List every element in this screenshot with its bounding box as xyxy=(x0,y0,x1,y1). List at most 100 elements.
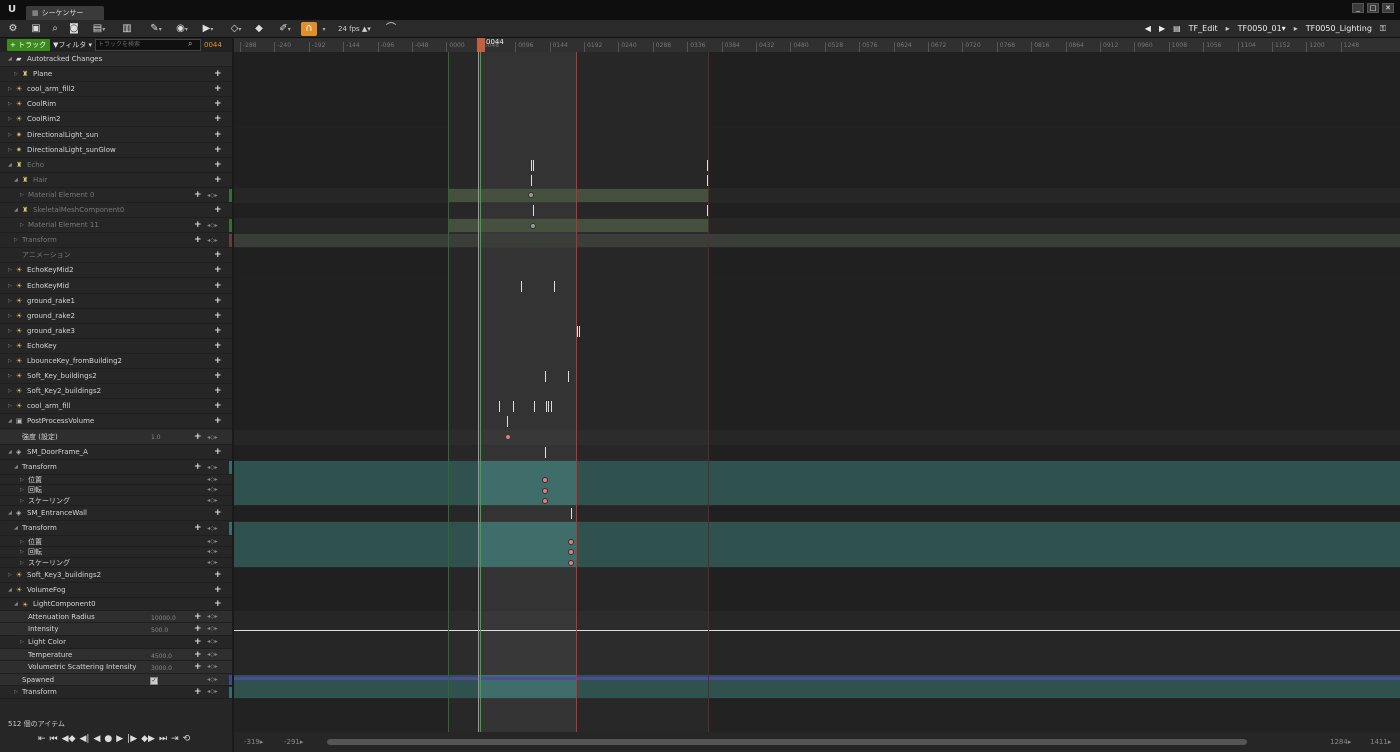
track-lane[interactable] xyxy=(234,636,1400,649)
key-navigation-icon[interactable]: ◂◇▸ xyxy=(207,547,225,558)
key-navigation-icon[interactable]: ◂◇▸ xyxy=(207,233,225,248)
add-track-plus-button[interactable]: + xyxy=(214,568,222,583)
add-section-button[interactable]: + xyxy=(194,686,202,699)
key-diamond-icon[interactable]: ◇▾ xyxy=(225,22,247,36)
add-track-plus-button[interactable]: + xyxy=(214,263,222,278)
add-track-plus-button[interactable]: + xyxy=(214,294,222,309)
track-row[interactable]: ◢ ☀ LightComponent0 + xyxy=(0,598,232,611)
key-navigation-icon[interactable]: ◂◇▸ xyxy=(207,475,225,486)
collapse-arrow-icon[interactable]: ◢ xyxy=(8,445,14,460)
keyframe-tick[interactable] xyxy=(579,325,580,337)
track-row[interactable]: ▷ ☀ CoolRim + xyxy=(0,97,232,113)
track-lane[interactable] xyxy=(234,610,1400,624)
range-marker-line[interactable] xyxy=(448,52,449,732)
track-row[interactable]: ◢ ◈ SM_EntranceWall + xyxy=(0,506,232,522)
track-row[interactable]: ▷ ☀ ground_rake1 + xyxy=(0,294,232,309)
track-row[interactable]: ◢ ▰ Autotracked Changes xyxy=(0,52,232,68)
track-row[interactable]: ▷ ✷ DirectionalLight_sunGlow + xyxy=(0,143,232,158)
add-track-plus-button[interactable]: + xyxy=(214,598,222,611)
track-lane[interactable] xyxy=(234,399,1400,415)
track-lane[interactable] xyxy=(234,308,1400,324)
track-lane[interactable] xyxy=(234,293,1400,309)
track-lane[interactable] xyxy=(234,278,1400,294)
key-navigation-icon[interactable]: ◂◇▸ xyxy=(207,636,225,649)
transform-section-bar[interactable] xyxy=(234,522,1400,567)
keyframe-dot[interactable] xyxy=(530,222,536,229)
track-row[interactable]: ▷ 位置 ◂◇▸ xyxy=(0,537,232,547)
add-track-plus-button[interactable]: + xyxy=(214,506,222,521)
property-value-field[interactable]: 3000.0 xyxy=(151,663,181,674)
track-lane[interactable] xyxy=(234,598,1400,611)
keyframe-tick[interactable] xyxy=(521,280,522,292)
add-track-plus-button[interactable]: + xyxy=(214,158,222,173)
section-bar[interactable] xyxy=(448,188,708,202)
view-start-label[interactable]: -319▸ xyxy=(244,736,263,748)
filter-button[interactable]: ▼フィルタ ▾ xyxy=(53,39,93,51)
keyframe-dot[interactable] xyxy=(542,498,548,505)
collapse-arrow-icon[interactable]: ◢ xyxy=(14,521,20,536)
add-track-plus-button[interactable]: + xyxy=(214,248,222,263)
expand-arrow-icon[interactable]: ▷ xyxy=(14,233,20,248)
key-navigation-icon[interactable]: ◂◇▸ xyxy=(207,496,225,507)
expand-arrow-icon[interactable]: ▷ xyxy=(14,67,20,82)
collapse-arrow-icon[interactable]: ◢ xyxy=(8,583,14,598)
key-navigation-icon[interactable]: ◂◇▸ xyxy=(207,218,225,233)
track-lane[interactable] xyxy=(234,112,1400,128)
collapse-arrow-icon[interactable]: ◢ xyxy=(8,414,14,429)
expand-arrow-icon[interactable]: ▷ xyxy=(20,558,26,569)
snap-magnet-icon[interactable]: ∩ xyxy=(301,22,317,36)
tools-wrench-icon[interactable]: ✎▾ xyxy=(145,22,167,36)
add-section-button[interactable]: + xyxy=(194,460,202,475)
record-icon[interactable]: ● xyxy=(104,732,112,746)
keyframe-tick[interactable] xyxy=(554,280,555,292)
key-navigation-icon[interactable]: ◂◇▸ xyxy=(207,460,225,475)
loop-icon[interactable]: ⟲ xyxy=(183,732,191,746)
track-row[interactable]: Spawned ✓ ◂◇▸ xyxy=(0,673,232,687)
expand-arrow-icon[interactable]: ▷ xyxy=(20,485,26,496)
collapse-arrow-icon[interactable]: ◢ xyxy=(14,460,20,475)
jump-end-icon[interactable]: ⏭ xyxy=(159,732,167,746)
forward-arrow-icon[interactable]: ▶ xyxy=(1159,22,1165,36)
track-row[interactable]: ▷ ☀ ground_rake2 + xyxy=(0,309,232,324)
property-value-field[interactable]: 1.0 xyxy=(151,432,181,443)
track-row[interactable]: Volumetric Scattering Intensity 3000.0 + ◂◇… xyxy=(0,661,232,674)
play-reverse-icon[interactable]: ◀ xyxy=(93,732,100,746)
track-row[interactable]: ▷ ☀ ground_rake3 + xyxy=(0,324,232,339)
track-row[interactable]: ▷ ☀ LbounceKey_fromBuilding2 + xyxy=(0,354,232,370)
add-section-button[interactable]: + xyxy=(194,636,202,649)
key-navigation-icon[interactable]: ◂◇▸ xyxy=(207,188,225,203)
track-row[interactable]: ▷ 回転 ◂◇▸ xyxy=(0,547,232,558)
tab-sequencer[interactable]: ▦ シーケンサー xyxy=(26,6,104,20)
keyframe-tick[interactable] xyxy=(568,371,569,383)
add-track-button[interactable]: + トラック ▾ xyxy=(7,39,50,61)
property-value-field[interactable]: 500.0 xyxy=(151,625,181,636)
expand-arrow-icon[interactable]: ▷ xyxy=(14,686,20,699)
add-track-plus-button[interactable]: + xyxy=(214,583,222,598)
track-row[interactable]: ▷ スケーリング ◂◇▸ xyxy=(0,496,232,507)
key-navigation-icon[interactable]: ◂◇▸ xyxy=(207,611,225,624)
track-row[interactable]: ▷ ☀ Soft_Key2_buildings2 + xyxy=(0,384,232,400)
track-row[interactable]: ◢ ☀ VolumeFog + xyxy=(0,583,232,599)
track-row[interactable]: ▷ スケーリング ◂◇▸ xyxy=(0,558,232,569)
expand-arrow-icon[interactable]: ▷ xyxy=(8,279,14,294)
track-lane[interactable] xyxy=(234,97,1400,113)
expand-arrow-icon[interactable]: ▷ xyxy=(8,354,14,369)
expand-arrow-icon[interactable]: ▷ xyxy=(8,324,14,339)
expand-arrow-icon[interactable]: ▷ xyxy=(20,496,26,507)
track-row[interactable]: ▷ ☀ cool_arm_fill + xyxy=(0,399,232,415)
next-key-icon[interactable]: ◆▶ xyxy=(141,732,155,746)
track-lane[interactable] xyxy=(234,369,1400,385)
save-icon[interactable]: ▣ xyxy=(30,22,42,36)
track-row[interactable]: ▷ ☀ EchoKey + xyxy=(0,339,232,354)
breadcrumb-item-2[interactable]: TF0050_Lighting xyxy=(1306,22,1372,36)
add-track-plus-button[interactable]: + xyxy=(214,143,222,158)
add-track-plus-button[interactable]: + xyxy=(214,173,222,188)
keyframe-dot[interactable] xyxy=(568,559,574,566)
track-row[interactable]: ▷ Material Element 0 + ◂◇▸ xyxy=(0,188,232,203)
add-section-button[interactable]: + xyxy=(194,611,202,624)
collapse-arrow-icon[interactable]: ◢ xyxy=(14,203,20,218)
add-track-plus-button[interactable]: + xyxy=(214,309,222,324)
keyframe-dot[interactable] xyxy=(542,477,548,484)
keyframe-tick[interactable] xyxy=(545,446,546,458)
key-navigation-icon[interactable]: ◂◇▸ xyxy=(207,521,225,536)
